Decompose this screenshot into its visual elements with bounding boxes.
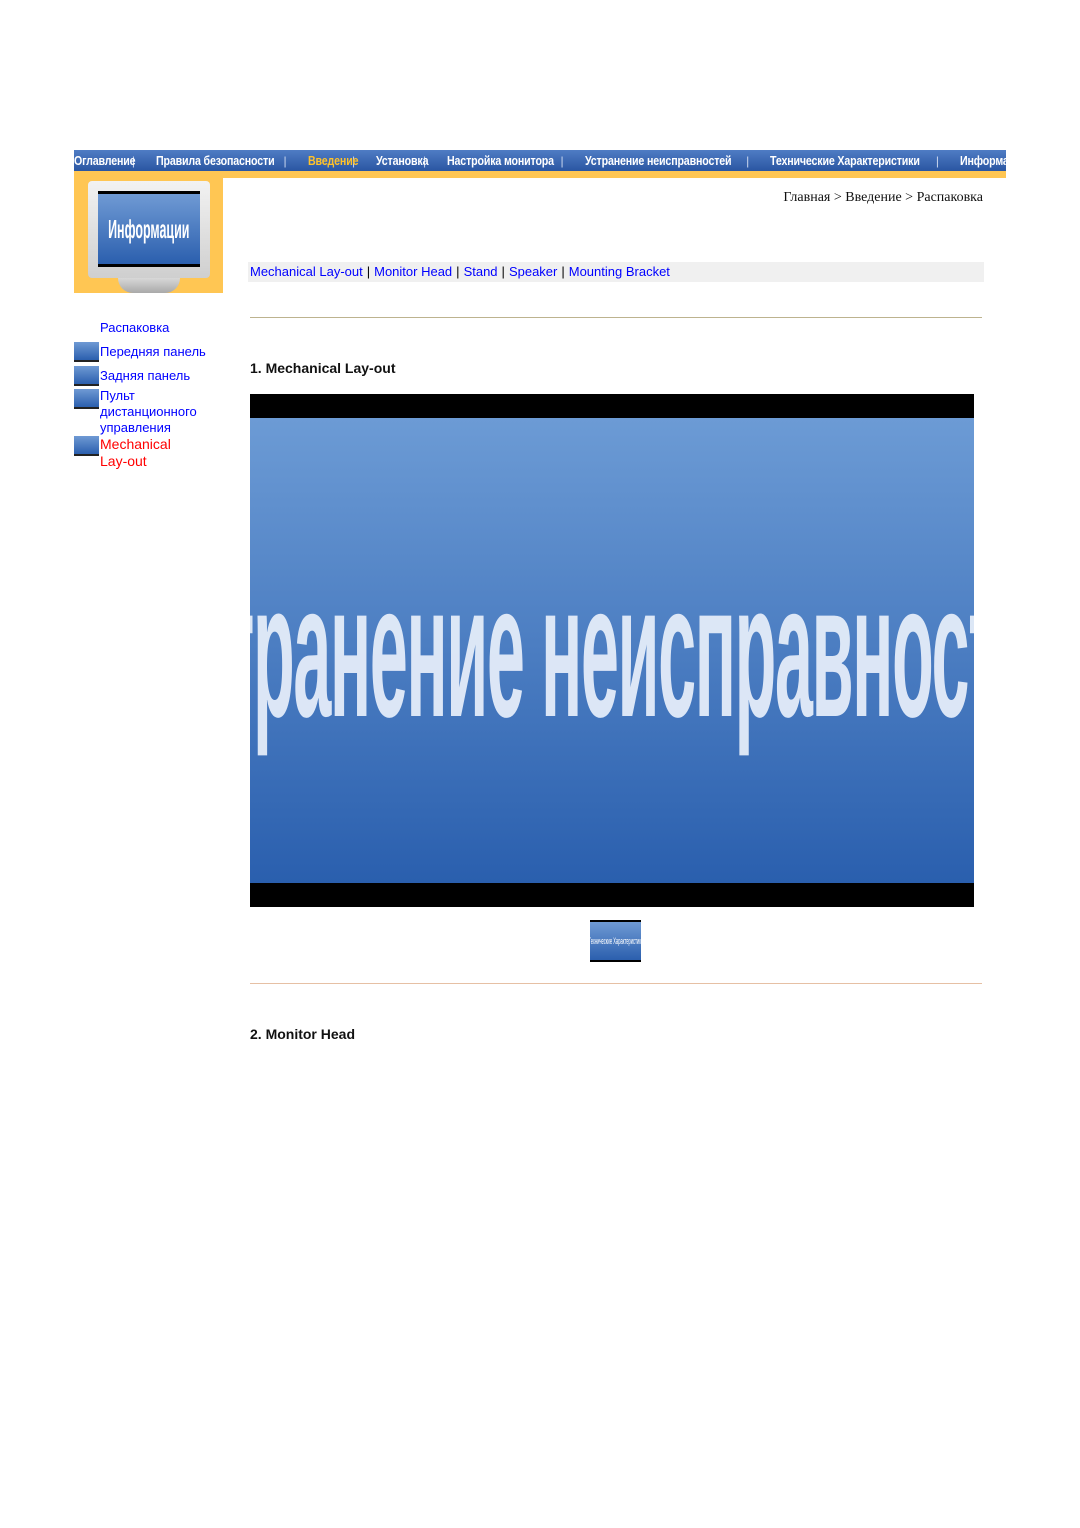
section-title-mechanical-layout: 1. Mechanical Lay-out [250,360,396,376]
link-stand[interactable]: Stand [464,264,498,279]
topnav-item-setup[interactable]: Установка [376,153,429,168]
topnav-item-troubleshooting[interactable]: Устранение неисправностей [585,153,732,168]
topnav-item-monitor-adjust[interactable]: Настройка монитора [447,153,554,168]
separator: | [366,264,371,279]
top-navigation-bar: Оглавление | Правила безопасности | Введен… [74,150,1006,172]
button-text: Технические Характеристики [590,936,641,946]
bullet-icon [74,342,99,362]
separator: | [283,153,287,168]
topnav-item-information[interactable]: Информаци [960,153,1006,168]
divider [250,983,982,984]
separator: | [501,264,505,279]
sidebar-item-mechanical-layout[interactable]: Mechanical Lay-out [100,436,180,470]
section-links: Mechanical Lay-out | Monitor Head | Stand | Sp… [248,262,984,282]
sidebar-item-rear-panel[interactable]: Задняя панель [100,368,220,384]
topnav-item-introduction[interactable]: Введение [308,153,359,168]
sidebar-item-remote-control[interactable]: Пульт дистанционного управления [100,388,210,436]
topnav-item-contents[interactable]: Оглавление [74,153,136,168]
link-mounting-bracket[interactable]: Mounting Bracket [569,264,670,279]
topnav-item-specifications[interactable]: Технические Характеристики [770,153,920,168]
mechanical-layout-image: Устранение неисправностей [250,394,974,907]
bullet-icon [74,366,99,386]
sidebar-item-unpacking[interactable]: Распаковка [100,320,220,336]
image-caption-text: Устранение неисправностей [250,544,974,757]
divider [250,317,982,318]
topnav-item-safety[interactable]: Правила безопасности [156,153,275,168]
link-speaker[interactable]: Speaker [509,264,557,279]
link-mechanical-layout[interactable]: Mechanical Lay-out [250,264,363,279]
separator: | [746,153,750,168]
monitor-illustration: Информации [88,181,210,278]
breadcrumb: Главная > Введение > Распаковка [783,190,983,205]
link-monitor-head[interactable]: Monitor Head [374,264,452,279]
monitor-screen: Информации [98,191,200,267]
monitor-stand [118,278,180,293]
specifications-button[interactable]: Технические Характеристики [590,920,641,962]
separator: | [935,153,940,168]
sidebar-item-front-panel[interactable]: Передняя панель [100,344,220,360]
separator: | [560,153,564,168]
bullet-icon [74,389,99,409]
content-corner [223,178,283,238]
bullet-icon [74,436,99,456]
separator: | [456,264,460,279]
section-title-monitor-head: 2. Monitor Head [250,1026,356,1042]
separator: | [561,264,565,279]
monitor-screen-text: Информации [108,213,190,244]
